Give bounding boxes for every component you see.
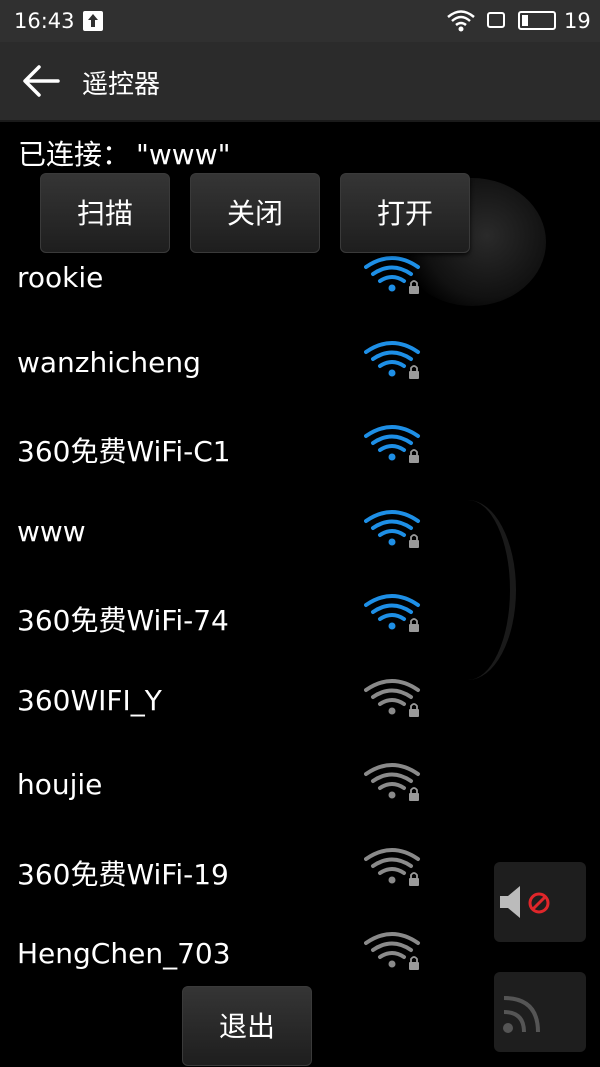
- page-title: 遥控器: [82, 70, 161, 100]
- wifi-lock-icon: [364, 678, 422, 718]
- status-time: 16:43: [14, 9, 75, 33]
- wifi-name: 360免费WiFi-74: [17, 604, 229, 637]
- wifi-icon: [446, 9, 476, 38]
- connection-status: 已连接： "www": [18, 133, 230, 173]
- scan-button[interactable]: 扫描: [40, 173, 170, 253]
- wifi-item[interactable]: wanzhicheng: [0, 322, 500, 407]
- wifi-lock-icon: [364, 931, 422, 971]
- wifi-item[interactable]: 360免费WiFi-74: [0, 575, 500, 660]
- wifi-lock-icon: [364, 255, 422, 295]
- wifi-name: 360免费WiFi-19: [17, 857, 229, 891]
- wifi-name: wanzhicheng: [17, 345, 201, 379]
- exit-button[interactable]: 退出: [182, 986, 312, 1066]
- wifi-list: rookie wanzhicheng 360免费WiFi-C1 www 360免费WiF…: [0, 237, 500, 998]
- status-bar: 16:43 19: [0, 0, 600, 42]
- wifi-item[interactable]: houjie: [0, 744, 500, 829]
- upload-icon: [83, 11, 103, 31]
- wifi-lock-icon: [364, 593, 422, 633]
- connected-ssid: "www": [136, 138, 231, 171]
- close-button[interactable]: 关闭: [190, 173, 320, 253]
- wifi-item[interactable]: 360WIFI_Y: [0, 660, 500, 745]
- wifi-name: 360免费WiFi-C1: [17, 435, 231, 468]
- wifi-name: rookie: [17, 261, 104, 294]
- signal-button[interactable]: [494, 972, 586, 1052]
- wifi-lock-icon: [364, 509, 422, 549]
- mute-icon: [500, 886, 550, 918]
- connection-label: 已连接：: [18, 138, 131, 171]
- wifi-lock-icon: [364, 424, 422, 464]
- wifi-lock-icon: [364, 762, 422, 802]
- wifi-item[interactable]: www: [0, 491, 500, 576]
- arrow-left-icon[interactable]: [22, 64, 60, 98]
- battery-icon: [518, 11, 556, 30]
- app-toolbar: 遥控器: [0, 42, 600, 122]
- wifi-lock-icon: [364, 340, 422, 380]
- wifi-item[interactable]: HengChen_703: [0, 913, 500, 998]
- sim-icon: [487, 12, 505, 28]
- open-button[interactable]: 打开: [340, 173, 470, 253]
- wifi-item[interactable]: 360免费WiFi-19: [0, 829, 500, 914]
- wifi-name: houjie: [17, 768, 103, 801]
- battery-level: 19: [564, 9, 591, 33]
- wifi-item[interactable]: 360免费WiFi-C1: [0, 406, 500, 491]
- wifi-name: 360WIFI_Y: [17, 683, 162, 717]
- wifi-lock-icon: [364, 847, 422, 887]
- signal-icon: [503, 996, 540, 1033]
- wifi-name: HengChen_703: [17, 937, 231, 970]
- mute-button[interactable]: [494, 862, 586, 942]
- wifi-name: www: [17, 514, 86, 548]
